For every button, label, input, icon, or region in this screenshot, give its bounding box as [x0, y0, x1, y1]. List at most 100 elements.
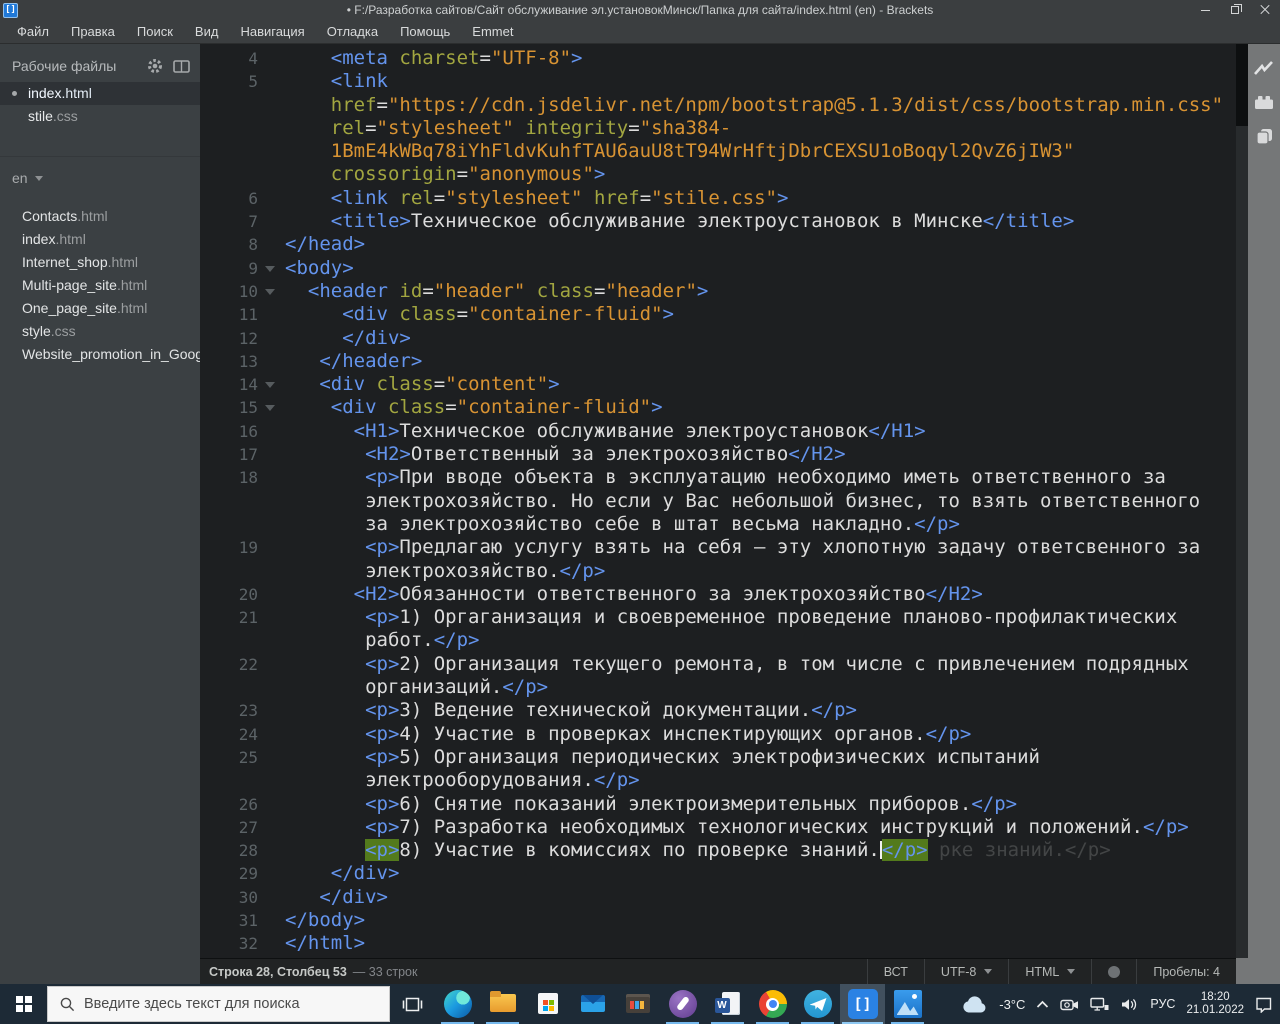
keyboard-language[interactable]: РУС	[1150, 997, 1175, 1011]
fold-marker[interactable]	[258, 396, 285, 419]
code-row[interactable]: 29 </div>	[200, 862, 1236, 885]
code-row[interactable]: работ.</p>	[200, 629, 1236, 652]
clock[interactable]: 18:20 21.01.2022	[1186, 991, 1244, 1018]
code-row[interactable]: 21 <p>1) Оргаганизация и своевременное п…	[200, 606, 1236, 629]
working-file-index[interactable]: index.html	[0, 82, 200, 105]
menu-edit[interactable]: Правка	[60, 24, 126, 39]
code-row[interactable]: электрооборудования.</p>	[200, 769, 1236, 792]
project-dropdown[interactable]: en	[0, 157, 200, 190]
code-row[interactable]: 22 <p>2) Организация текущего ремонта, в…	[200, 653, 1236, 676]
code-row[interactable]: 11 <div class="container-fluid">	[200, 303, 1236, 326]
code-row[interactable]: 26 <p>6) Снятие показаний электроизмерит…	[200, 793, 1236, 816]
code-row[interactable]: crossorigin="anonymous">	[200, 163, 1236, 186]
code-row[interactable]: href="https://cdn.jsdelivr.net/npm/boots…	[200, 94, 1236, 117]
scrollbar-thumb[interactable]	[1236, 44, 1248, 126]
temperature[interactable]: -3°C	[999, 997, 1025, 1012]
minimize-button[interactable]	[1190, 0, 1220, 20]
code-row[interactable]: 23 <p>3) Ведение технической документаци…	[200, 699, 1236, 722]
code-row[interactable]: 15 <div class="container-fluid">	[200, 396, 1236, 419]
split-view-icon[interactable]	[173, 59, 190, 73]
code-row[interactable]: 31 </body>	[200, 909, 1236, 932]
tray-chevron-icon[interactable]	[1036, 1000, 1049, 1009]
project-file-index[interactable]: index.html	[0, 228, 200, 251]
project-file-One_page_site[interactable]: One_page_site.html	[0, 297, 200, 320]
camera-tray-icon[interactable]	[1060, 997, 1079, 1012]
restore-button[interactable]	[1220, 0, 1250, 20]
menu-help[interactable]: Помощь	[389, 24, 461, 39]
code-row[interactable]: 27 <p>7) Разработка необходимых технолог…	[200, 816, 1236, 839]
menu-debug[interactable]: Отладка	[316, 24, 389, 39]
code-row[interactable]: за электрохозяйство себе в штат весьма н…	[200, 513, 1236, 536]
code-row[interactable]: 13 </header>	[200, 350, 1236, 373]
menu-navigate[interactable]: Навигация	[229, 24, 315, 39]
code-row[interactable]: 16 <H1>Техническое обслуживание электроу…	[200, 420, 1236, 443]
taskbar-app-telegram[interactable]	[795, 984, 840, 1024]
taskbar-app-viber[interactable]	[660, 984, 705, 1024]
lint-status[interactable]	[1091, 959, 1136, 984]
code-row[interactable]: электрохозяйство. Но если у Вас небольшо…	[200, 490, 1236, 513]
insert-mode-toggle[interactable]: ВСТ	[866, 959, 924, 984]
code-row[interactable]: 28 <p>8) Участие в комиссиях по проверке…	[200, 839, 1236, 862]
fold-marker[interactable]	[258, 280, 285, 303]
code-row[interactable]: 20 <H2>Обязанности ответственного за эле…	[200, 583, 1236, 606]
code-row[interactable]: rel="stylesheet" integrity="sha384-	[200, 117, 1236, 140]
code-row[interactable]: 14 <div class="content">	[200, 373, 1236, 396]
weather-cloud-icon[interactable]	[961, 995, 988, 1014]
menu-find[interactable]: Поиск	[126, 24, 184, 39]
action-center-icon[interactable]	[1255, 996, 1273, 1013]
code-row[interactable]: 8 </head>	[200, 233, 1236, 256]
code-row[interactable]: организаций.</p>	[200, 676, 1236, 699]
code-row[interactable]: 4 <meta charset="UTF-8">	[200, 47, 1236, 70]
fold-marker[interactable]	[258, 373, 285, 396]
project-file-Website_promotion_in_Google[interactable]: Website_promotion_in_Google.html	[0, 343, 200, 366]
code-row[interactable]: 18 <p>При вводе объекта в эксплуатацию н…	[200, 466, 1236, 489]
encoding-dropdown[interactable]: UTF-8	[923, 959, 1008, 984]
code-row[interactable]: 1BmE4kWBq78iYhFldvKuhfTAU6auU8tT94WrHftj…	[200, 140, 1236, 163]
taskbar-app-chrome[interactable]	[750, 984, 795, 1024]
search-input[interactable]	[84, 996, 378, 1012]
code-row[interactable]: 12 </div>	[200, 327, 1236, 350]
compare-files-icon[interactable]	[1255, 128, 1274, 145]
menu-view[interactable]: Вид	[184, 24, 230, 39]
taskbar-app-edge[interactable]	[435, 984, 480, 1024]
network-icon[interactable]	[1090, 997, 1109, 1012]
taskbar-app-mail[interactable]	[570, 984, 615, 1024]
code-row[interactable]: 10 <header id="header" class="header">	[200, 280, 1236, 303]
taskbar-app-explorer[interactable]	[480, 984, 525, 1024]
code-row[interactable]: 24 <p>4) Участие в проверках инспектирую…	[200, 723, 1236, 746]
menu-emmet[interactable]: Emmet	[461, 24, 524, 39]
fold-marker[interactable]	[258, 257, 285, 280]
taskbar-app-photos[interactable]	[885, 984, 930, 1024]
taskbar-app-keyfolder[interactable]	[615, 984, 660, 1024]
close-button[interactable]	[1250, 0, 1280, 20]
task-view-button[interactable]	[390, 984, 435, 1024]
taskbar-app-brackets[interactable]	[840, 984, 885, 1024]
code-row[interactable]: 6 <link rel="stylesheet" href="stile.css…	[200, 187, 1236, 210]
taskbar-search[interactable]	[47, 986, 390, 1022]
taskbar-app-word[interactable]	[705, 984, 750, 1024]
project-file-Multi-page_site[interactable]: Multi-page_site.html	[0, 274, 200, 297]
start-button[interactable]	[0, 984, 47, 1024]
project-file-Internet_shop[interactable]: Internet_shop.html	[0, 251, 200, 274]
code-row[interactable]: 19 <p>Предлагаю услугу взять на себя — э…	[200, 536, 1236, 559]
code-row[interactable]: 5 <link	[200, 70, 1236, 93]
code-row[interactable]: электрохозяйство.</p>	[200, 560, 1236, 583]
code-row[interactable]: 9 <body>	[200, 257, 1236, 280]
gear-icon[interactable]	[147, 58, 163, 74]
menu-file[interactable]: Файл	[6, 24, 60, 39]
extension-manager-icon[interactable]	[1254, 95, 1274, 110]
code-row[interactable]: 7 <title>Техническое обслуживание электр…	[200, 210, 1236, 233]
live-preview-icon[interactable]	[1253, 60, 1275, 77]
language-dropdown[interactable]: HTML	[1008, 959, 1091, 984]
working-file-stile[interactable]: stile.css	[0, 105, 200, 128]
code-row[interactable]: 25 <p>5) Организация периодических элект…	[200, 746, 1236, 769]
code-row[interactable]: 17 <H2>Ответственный за электрохозяйство…	[200, 443, 1236, 466]
project-file-Contacts[interactable]: Contacts.html	[0, 205, 200, 228]
code-area[interactable]: 4 <meta charset="UTF-8"> 5 <link href="ht…	[200, 44, 1236, 958]
indent-setting[interactable]: Пробелы: 4	[1136, 959, 1236, 984]
project-file-style[interactable]: style.css	[0, 320, 200, 343]
code-row[interactable]: 30 </div>	[200, 886, 1236, 909]
code-row[interactable]: 32 </html>	[200, 932, 1236, 955]
editor-scrollbar[interactable]	[1236, 44, 1248, 958]
volume-icon[interactable]	[1120, 997, 1139, 1012]
